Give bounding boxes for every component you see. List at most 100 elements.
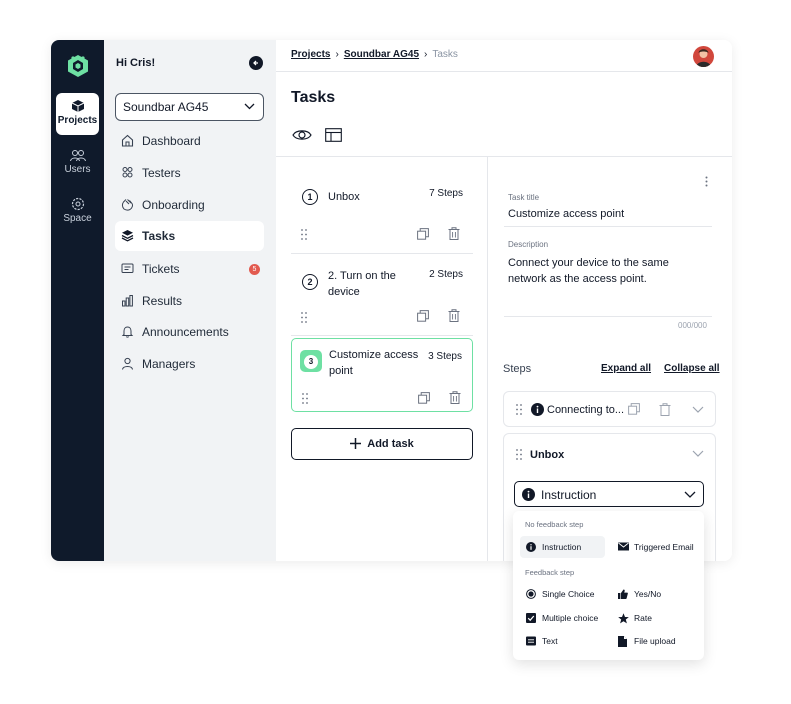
- users-icon: [69, 150, 86, 162]
- option-label: Text: [542, 636, 558, 646]
- step-card-collapsed[interactable]: Connecting to...: [503, 391, 716, 427]
- sidebar-item-tasks[interactable]: Tasks: [115, 221, 264, 251]
- drag-handle-icon[interactable]: [302, 393, 308, 404]
- home-icon: [121, 134, 134, 147]
- rail-item-projects[interactable]: Projects: [56, 93, 99, 135]
- option-rate[interactable]: Rate: [612, 607, 700, 629]
- option-multiple-choice[interactable]: Multiple choice: [520, 607, 605, 629]
- sidebar-item-results[interactable]: Results: [115, 286, 264, 316]
- checkbox-icon: [526, 613, 536, 623]
- option-text[interactable]: Text: [520, 630, 605, 652]
- wave-hand-icon: [121, 199, 133, 211]
- collapse-sidebar-button[interactable]: [249, 56, 263, 70]
- radio-icon: [526, 589, 536, 599]
- sidebar-item-dashboard[interactable]: Dashboard: [115, 126, 264, 156]
- layers-icon: [121, 230, 134, 242]
- project-sidebar: Hi Cris! Soundbar AG45 Dashboard Testers…: [104, 40, 276, 561]
- option-triggered-email[interactable]: Triggered Email: [612, 536, 700, 558]
- header-divider: [276, 71, 732, 72]
- drag-handle-icon[interactable]: [301, 312, 307, 323]
- collapse-all-link[interactable]: Collapse all: [664, 363, 720, 374]
- greeting: Hi Cris!: [116, 57, 156, 69]
- bar-chart-icon: [122, 295, 133, 307]
- panel-divider: [487, 156, 488, 561]
- sidebar-item-tickets[interactable]: Tickets 5: [115, 254, 264, 284]
- dropdown-section-heading: Feedback step: [525, 568, 575, 577]
- task-card-selected[interactable]: 3 Customize access point 3 Steps: [291, 338, 473, 412]
- option-instruction[interactable]: Instruction: [520, 536, 605, 558]
- option-label: Multiple choice: [542, 613, 599, 623]
- task-title-input[interactable]: Customize access point: [508, 206, 624, 222]
- expand-all-link[interactable]: Expand all: [601, 363, 651, 374]
- task-number: 2: [302, 274, 318, 290]
- task-name: Customize access point: [329, 349, 419, 377]
- task-steps-count: 7 Steps: [429, 188, 463, 199]
- step-title: Unbox: [530, 449, 565, 461]
- chevron-right-icon: ›: [424, 49, 428, 60]
- bell-icon: [121, 326, 134, 338]
- option-yes-no[interactable]: Yes/No: [612, 583, 700, 605]
- app-logo-icon: [68, 55, 88, 77]
- dropdown-section-heading: No feedback step: [525, 520, 584, 529]
- trash-icon[interactable]: [448, 227, 460, 240]
- arrow-left-icon: [253, 60, 258, 66]
- option-label: Yes/No: [634, 589, 662, 599]
- steps-heading: Steps: [503, 363, 532, 375]
- drag-handle-icon[interactable]: [516, 449, 522, 460]
- sidebar-item-label: Managers: [142, 357, 196, 371]
- add-task-button[interactable]: Add task: [291, 428, 473, 460]
- breadcrumb-project-link[interactable]: Soundbar AG45: [344, 49, 419, 60]
- rail-item-users[interactable]: Users: [56, 143, 99, 185]
- task-number: 1: [302, 189, 318, 205]
- copy-icon[interactable]: [417, 310, 429, 322]
- thumbs-up-icon: [618, 589, 628, 599]
- trash-icon[interactable]: [448, 309, 460, 322]
- sidebar-item-label: Testers: [142, 166, 181, 180]
- copy-icon[interactable]: [418, 392, 430, 404]
- task-card[interactable]: 1 Unbox 7 Steps: [291, 176, 473, 254]
- breadcrumb-projects-link[interactable]: Projects: [291, 49, 330, 60]
- drag-handle-icon[interactable]: [516, 404, 522, 415]
- chevron-down-icon: [244, 103, 255, 110]
- user-icon: [122, 357, 133, 370]
- option-label: Instruction: [542, 542, 582, 552]
- trash-icon[interactable]: [449, 391, 461, 404]
- task-name: Unbox: [328, 191, 360, 203]
- copy-icon[interactable]: [628, 403, 640, 415]
- option-single-choice[interactable]: Single Choice: [520, 583, 605, 605]
- avatar-image: [696, 49, 711, 67]
- task-name: 2. Turn on the device: [328, 270, 396, 298]
- task-card[interactable]: 2 2. Turn on the device 2 Steps: [291, 254, 473, 336]
- more-options-icon[interactable]: [705, 176, 708, 187]
- tickets-count-badge: 5: [249, 264, 260, 275]
- sidebar-item-managers[interactable]: Managers: [115, 349, 264, 379]
- rail-item-label: Users: [64, 164, 91, 175]
- avatar[interactable]: [693, 46, 714, 67]
- rail-item-space[interactable]: Space: [56, 191, 99, 233]
- task-steps-count: 2 Steps: [429, 269, 463, 280]
- sidebar-item-announcements[interactable]: Announcements: [115, 317, 264, 347]
- layout-icon[interactable]: [325, 128, 342, 142]
- sidebar-item-onboarding[interactable]: Onboarding: [115, 190, 264, 220]
- star-icon: [618, 613, 629, 624]
- description-input[interactable]: Connect your device to the same network …: [508, 255, 698, 287]
- cube-icon: [71, 100, 84, 112]
- sidebar-item-label: Tickets: [142, 262, 180, 276]
- trash-icon[interactable]: [659, 403, 671, 416]
- info-icon: [526, 542, 536, 552]
- step-type-dropdown: No feedback step Instruction Triggered E…: [513, 511, 704, 660]
- chevron-right-icon: ›: [335, 49, 339, 60]
- ticket-icon: [121, 263, 134, 273]
- step-type-select[interactable]: Instruction: [514, 481, 704, 507]
- drag-handle-icon[interactable]: [301, 229, 307, 240]
- chevron-down-icon[interactable]: [692, 406, 704, 413]
- chevron-up-icon[interactable]: [692, 450, 704, 457]
- project-select[interactable]: Soundbar AG45: [115, 93, 264, 121]
- copy-icon[interactable]: [417, 228, 429, 240]
- section-divider: [276, 156, 732, 157]
- sidebar-item-testers[interactable]: Testers: [115, 158, 264, 188]
- info-icon: [522, 488, 535, 501]
- eye-icon[interactable]: [292, 128, 312, 142]
- option-file-upload[interactable]: File upload: [612, 630, 700, 652]
- sidebar-item-label: Results: [142, 294, 183, 308]
